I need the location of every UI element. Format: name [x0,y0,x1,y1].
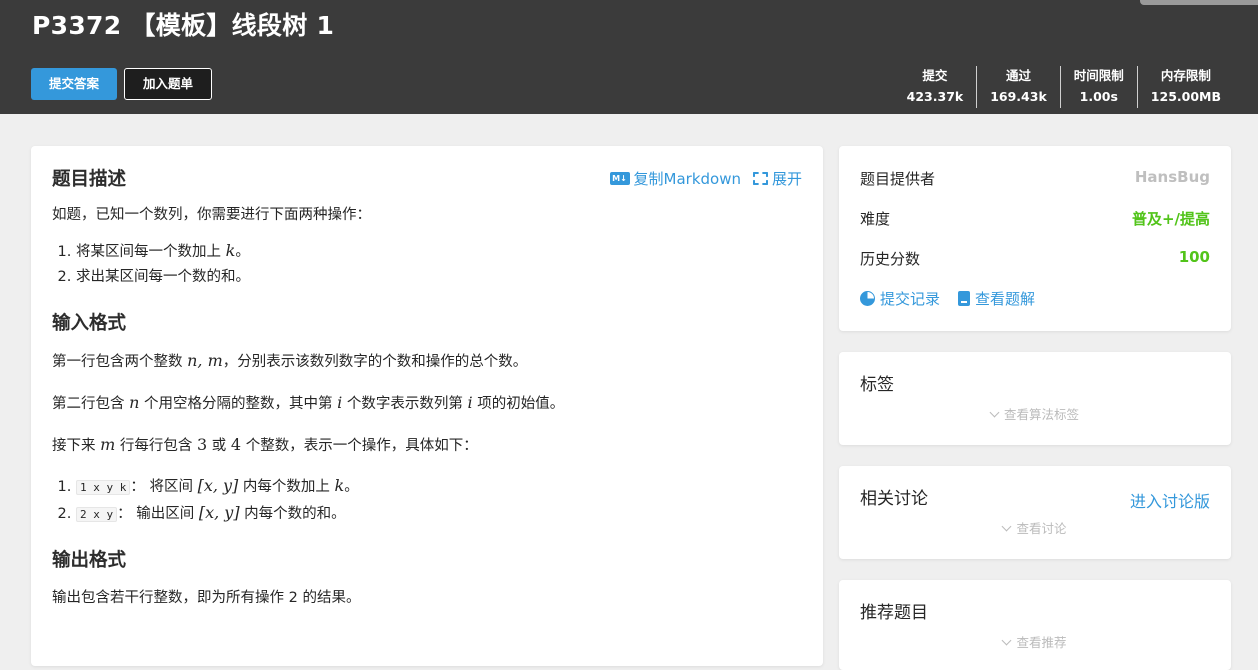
chevron-down-icon [989,407,1000,418]
stat-label: 提交 [922,68,948,83]
markdown-icon: M↓ [609,172,630,185]
stat-time-limit: 时间限制 1.00s [1059,66,1137,108]
input-operation-list: 1 x y k： 将区间 [x, y] 内每个数加上 k。 2 x y： 输出区… [76,473,802,527]
score-label: 历史分数 [860,250,921,268]
tags-card: 标签 查看算法标签 [839,352,1231,445]
list-item: 求出某区间每一个数的和。 [76,265,802,290]
provider-value[interactable]: HansBug [1135,168,1210,208]
page-title: P3372 【模板】线段树 1 [32,11,335,40]
input-paragraph-3: 接下来 m 行每行包含 3 或 4 个整数，表示一个操作，具体如下： [52,435,478,454]
info-links: 提交记录 查看题解 [860,288,1210,309]
difficulty-value: 普及+/提高 [1131,210,1210,228]
score-row: 历史分数 100 [860,248,1210,288]
view-discussion-toggle[interactable]: 查看讨论 [839,518,1231,537]
stat-label: 时间限制 [1073,68,1124,83]
copy-markdown-label: 复制Markdown [633,170,741,188]
list-item: 将某区间每一个数加上 k。 [76,238,802,265]
view-tags-toggle[interactable]: 查看算法标签 [839,404,1231,423]
copy-markdown-button[interactable]: M↓ 复制Markdown [609,168,741,189]
view-solutions-link[interactable]: 查看题解 [958,288,1035,309]
output-format-heading: 输出格式 [52,550,127,571]
code-snippet: 1 x y k [76,480,131,495]
markdown-tools: M↓ 复制Markdown 展开 [609,168,802,189]
view-recommend-toggle[interactable]: 查看推荐 [839,632,1231,651]
operation-list: 将某区间每一个数加上 k。 求出某区间每一个数的和。 [76,238,802,290]
stat-label: 通过 [1005,68,1031,83]
submission-records-link[interactable]: 提交记录 [860,288,940,309]
add-to-list-button[interactable]: 加入题单 [124,68,212,100]
recommend-heading: 推荐题目 [860,603,928,623]
submit-answer-button[interactable]: 提交答案 [31,68,117,100]
output-paragraph-1: 输出包含若干行整数，即为所有操作 2 的结果。 [52,590,361,606]
score-value: 100 [1178,248,1210,266]
expand-label: 展开 [771,170,802,188]
problem-stats: 提交 423.37k 通过 169.43k 时间限制 1.00s 内存限制 12… [894,66,1234,108]
input-paragraph-1: 第一行包含两个整数 n, m，分别表示该数列数字的个数和操作的总个数。 [52,351,528,370]
stat-value: 169.43k [990,89,1047,104]
enter-discussion-link[interactable]: 进入讨论版 [1130,488,1210,512]
expand-button[interactable]: 展开 [752,168,802,189]
discussion-card: 相关讨论 进入讨论版 查看讨论 [839,466,1231,559]
submission-records-label: 提交记录 [880,290,941,308]
list-item: 1 x y k： 将区间 [x, y] 内每个数加上 k。 [76,473,802,500]
tags-heading: 标签 [860,375,894,395]
input-format-heading: 输入格式 [52,313,127,334]
problem-info-card: 题目提供者 HansBug 难度 普及+/提高 历史分数 100 提交记录 查看… [839,146,1231,331]
difficulty-label: 难度 [860,210,891,228]
expand-icon [752,172,768,185]
stat-value: 423.37k [906,89,964,104]
book-icon [958,291,971,306]
view-solutions-label: 查看题解 [975,290,1036,308]
stat-accepted: 通过 169.43k [976,66,1060,108]
provider-label: 题目提供者 [860,170,936,188]
recommend-card: 推荐题目 查看推荐 [839,580,1231,670]
stat-memory-limit: 内存限制 125.00MB [1136,66,1234,108]
problem-header: P3372 【模板】线段树 1 提交答案 加入题单 提交 423.37k 通过 … [0,0,1258,114]
difficulty-row: 难度 普及+/提高 [860,208,1210,248]
scrollbar-hint[interactable] [1140,0,1258,5]
stat-label: 内存限制 [1160,68,1211,83]
code-snippet: 2 x y [76,507,118,522]
description-intro: 如题，已知一个数列，你需要进行下面两种操作： [52,207,371,223]
list-item: 2 x y： 输出区间 [x, y] 内每个数的和。 [76,500,802,527]
provider-row: 题目提供者 HansBug [860,168,1210,208]
stat-value: 125.00MB [1150,89,1221,104]
input-paragraph-2: 第二行包含 n 个用空格分隔的整数，其中第 i 个数字表示数列第 i 项的初始值… [52,393,565,412]
problem-statement-card: M↓ 复制Markdown 展开 题目描述 如题，已知一个数列，你需要进行下面两… [31,146,823,666]
stat-value: 1.00s [1079,89,1118,104]
chevron-down-icon [1002,521,1012,532]
pie-chart-icon [860,291,875,306]
chevron-down-icon [1002,635,1012,646]
stat-submissions: 提交 423.37k [894,66,977,108]
